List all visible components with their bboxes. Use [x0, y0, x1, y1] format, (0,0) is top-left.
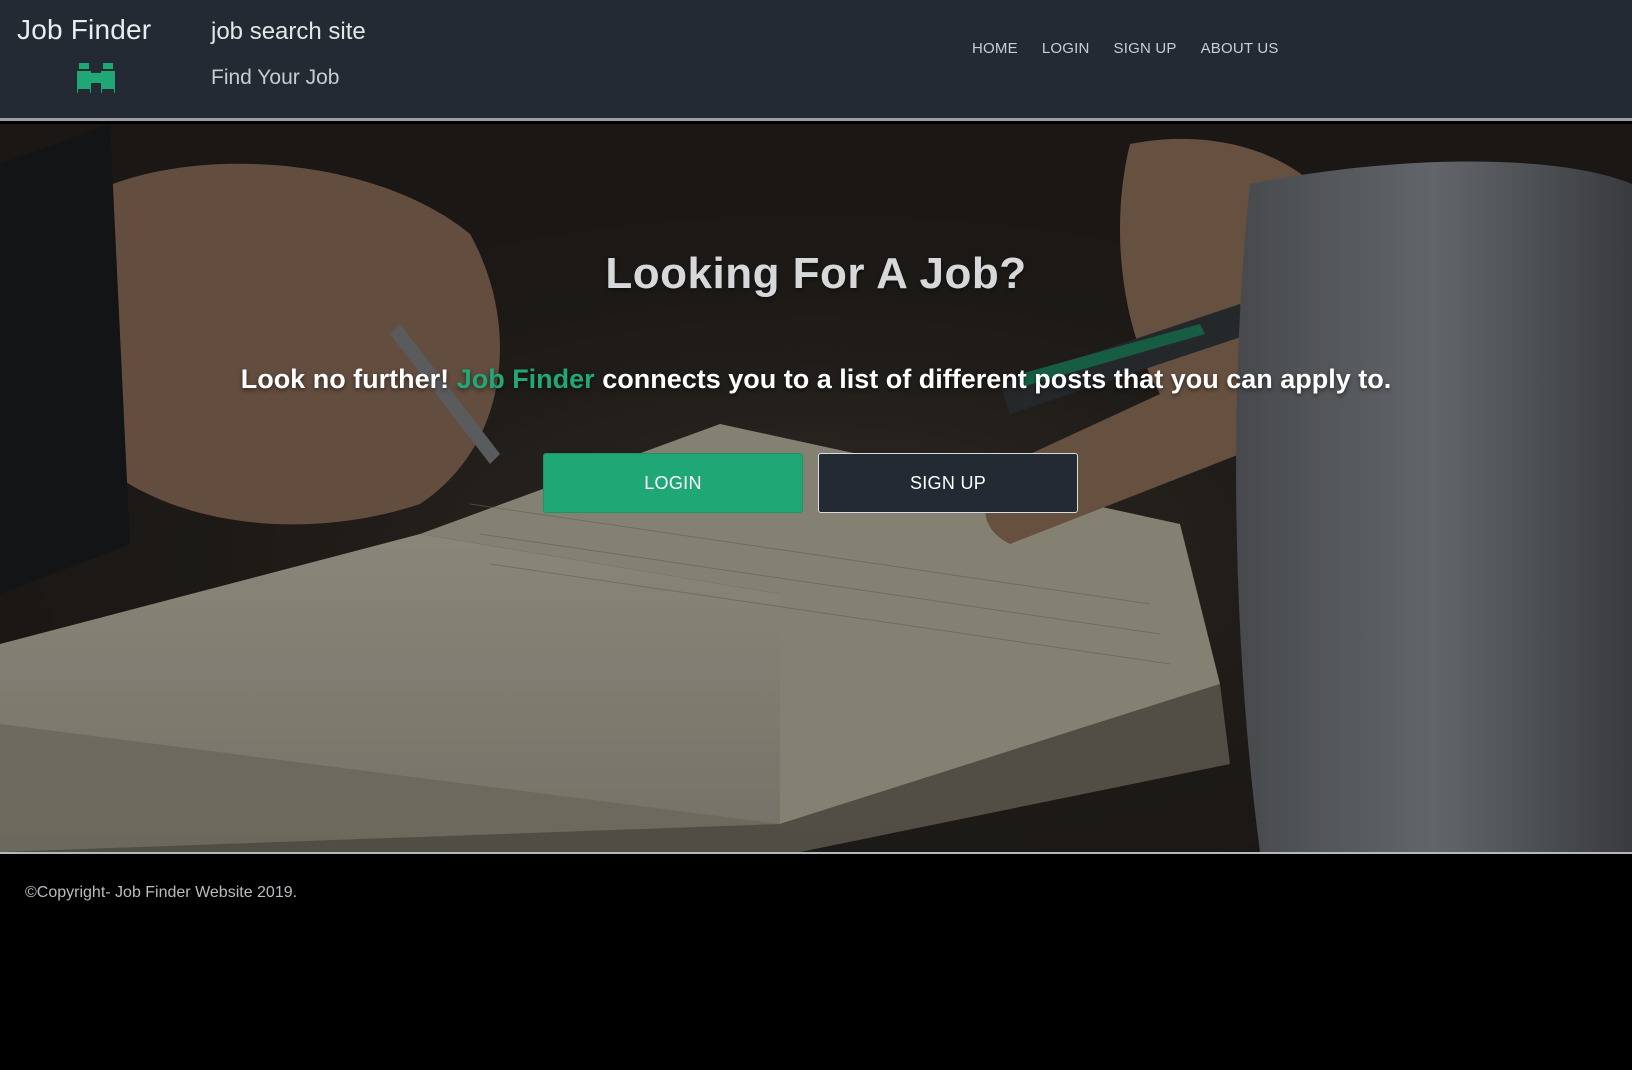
hero-text-lead: Look no further!	[240, 364, 457, 394]
nav-login[interactable]: LOGIN	[1042, 40, 1090, 57]
copyright-text: ©Copyright- Job Finder Website 2019.	[25, 884, 298, 901]
main-nav: HOME LOGIN SIGN UP ABOUT US	[972, 40, 1303, 57]
login-button[interactable]: LOGIN	[543, 453, 803, 513]
binoculars-icon	[77, 63, 115, 93]
nav-signup[interactable]: SIGN UP	[1114, 40, 1177, 57]
hero-text-trail: connects you to a list of different post…	[594, 364, 1392, 394]
site-header: Job Finder job search site Find Your Job…	[0, 0, 1632, 121]
site-footer: ©Copyright- Job Finder Website 2019.	[0, 852, 1632, 1070]
signup-button[interactable]: SIGN UP	[818, 453, 1078, 513]
hero-description: Look no further! Job Finder connects you…	[0, 364, 1632, 395]
hero-overlay	[0, 124, 1632, 852]
site-subtagline: Find Your Job	[211, 66, 340, 89]
nav-about-us[interactable]: ABOUT US	[1201, 40, 1279, 57]
site-tagline: job search site	[211, 18, 366, 45]
nav-home[interactable]: HOME	[972, 40, 1018, 57]
hero-title: Looking For A Job?	[605, 249, 1027, 298]
hero-brand-highlight: Job Finder	[456, 364, 595, 394]
hero-section: Looking For A Job? Look no further! Job …	[0, 124, 1632, 852]
site-brand[interactable]: Job Finder	[17, 14, 151, 46]
